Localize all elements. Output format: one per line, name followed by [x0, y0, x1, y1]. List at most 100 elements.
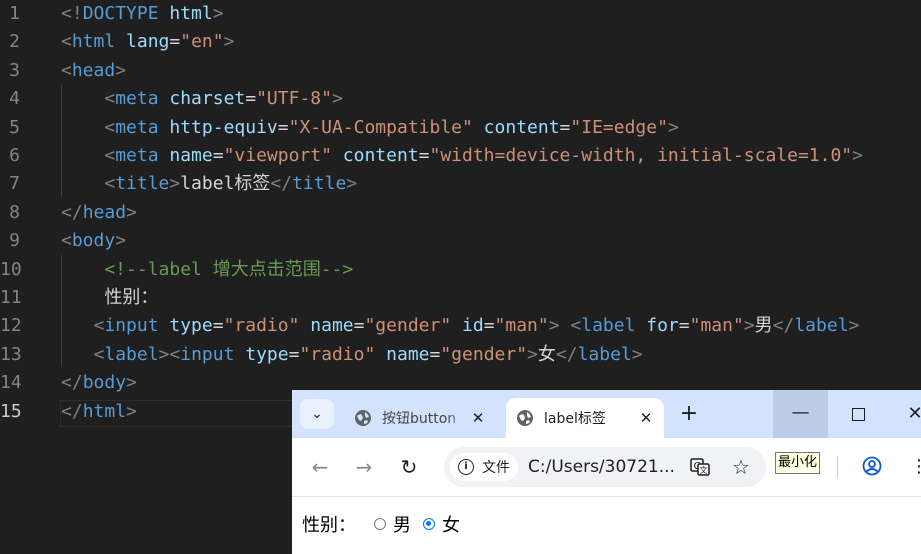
line-number: 4: [9, 88, 20, 110]
address-bar[interactable]: i 文件 C:/Users/30721... G 文 ☆: [444, 447, 766, 487]
code-token: =: [429, 343, 441, 365]
code-token: =: [169, 31, 181, 53]
code-line[interactable]: 12 <input type="radio" name="gender" id=…: [0, 312, 921, 340]
radio-male-label[interactable]: 男: [393, 511, 411, 537]
code-token: </: [61, 201, 83, 223]
radio-male[interactable]: [374, 518, 386, 530]
code-line[interactable]: 5 <meta http-equiv="X-UA-Compatible" con…: [0, 114, 921, 142]
code-token: >: [331, 88, 343, 110]
tab-close-icon[interactable]: ✕: [468, 409, 488, 427]
minimize-tooltip: 最小化: [775, 452, 821, 474]
code-token: label: [581, 315, 636, 337]
code-token: "radio": [223, 315, 300, 337]
code-token: <: [61, 31, 72, 53]
url-text[interactable]: C:/Users/30721...: [528, 447, 675, 487]
code-line[interactable]: 7 <title>label标签</title>: [0, 170, 921, 198]
line-number: 7: [9, 173, 20, 195]
reload-button[interactable]: ↻: [397, 455, 421, 479]
browser-window[interactable]: ⌄ 按钮button ✕ label标签 ✕ + — ✕ ← → ↻ i 文件 …: [292, 390, 921, 554]
code-token: "man": [494, 315, 549, 337]
code-token: content: [331, 145, 419, 166]
code-token: "width=device-width, initial-scale=1.0": [429, 145, 853, 166]
code-token: meta: [115, 145, 159, 166]
code-token: <: [61, 173, 116, 195]
code-token: </: [61, 372, 83, 394]
code-token: head: [82, 201, 127, 223]
code-token: =: [212, 145, 224, 166]
minimize-button[interactable]: —: [773, 390, 828, 438]
code-token: html: [71, 31, 116, 53]
line-number: 3: [9, 59, 20, 81]
radio-female[interactable]: [423, 518, 435, 530]
code-line[interactable]: 6 <meta name="viewport" content="width=d…: [0, 142, 921, 170]
gender-form: 性别： 男 女: [302, 511, 460, 537]
code-token: =: [559, 116, 571, 138]
code-token: > <: [548, 315, 582, 337]
radio-female-label[interactable]: 女: [442, 511, 460, 537]
code-line[interactable]: 9 <body>: [0, 227, 921, 255]
code-token: <: [61, 315, 105, 337]
code-token: >: [115, 59, 127, 81]
maximize-button[interactable]: [838, 390, 878, 438]
new-tab-button[interactable]: +: [674, 402, 704, 428]
code-token: >: [212, 3, 224, 24]
code-token: <: [61, 145, 116, 166]
site-chip-label: 文件: [482, 460, 510, 476]
bookmark-star-icon[interactable]: ☆: [732, 453, 750, 481]
forward-button[interactable]: →: [352, 455, 376, 479]
code-token: type: [234, 343, 289, 365]
code-token: "gender": [364, 315, 452, 337]
code-token: >: [223, 31, 235, 53]
globe-icon: [517, 410, 533, 426]
code-token: title: [292, 173, 347, 195]
more-menu-icon[interactable]: ⋮: [910, 456, 921, 478]
code-token: =: [353, 315, 365, 337]
code-token: 性别：: [61, 287, 159, 308]
code-text: <!--label 增大点击范围-->: [61, 256, 353, 284]
code-token: >: [631, 343, 643, 365]
code-text: <meta name="viewport" content="width=dev…: [61, 142, 863, 170]
site-info-chip[interactable]: i 文件: [450, 453, 518, 481]
code-token: "viewport": [223, 145, 332, 166]
code-token: "gender": [440, 343, 528, 365]
code-token: 男: [754, 315, 773, 337]
line-number: 6: [9, 145, 20, 166]
tab-search-button[interactable]: ⌄: [300, 399, 334, 429]
maximize-icon: [851, 408, 865, 421]
gender-label: 性别：: [302, 515, 356, 536]
code-token: body: [82, 372, 127, 394]
code-line[interactable]: 13 <label><input type="radio" name="gend…: [0, 341, 921, 369]
tab-close-icon[interactable]: ✕: [636, 409, 656, 427]
info-icon: i: [458, 459, 474, 475]
code-token: </: [61, 400, 83, 422]
code-line[interactable]: 11 性别：: [0, 284, 921, 312]
line-number: 11: [0, 287, 22, 308]
window-close-button[interactable]: ✕: [900, 390, 921, 438]
code-token: >: [852, 145, 863, 166]
translate-icon[interactable]: G 文: [690, 457, 710, 477]
code-line[interactable]: 3 <head>: [0, 57, 921, 85]
code-token: <: [61, 59, 72, 81]
code-token: >: [126, 372, 137, 394]
profile-icon[interactable]: [862, 456, 882, 476]
code-token: >: [848, 315, 860, 337]
tab-label[interactable]: label标签 ✕: [506, 398, 664, 438]
code-line[interactable]: 2 <html lang="en">: [0, 28, 921, 56]
code-text: 性别：: [61, 284, 158, 312]
code-token: meta: [115, 88, 159, 110]
code-line[interactable]: 8 </head>: [0, 199, 921, 227]
code-line[interactable]: 1 <!DOCTYPE html>: [0, 0, 921, 28]
page-content: 性别： 男 女: [292, 497, 921, 554]
line-number: 15: [0, 400, 22, 422]
toolbar-divider: [837, 456, 838, 478]
code-token: </: [270, 173, 293, 195]
code-token: =: [277, 116, 289, 138]
back-button[interactable]: ←: [308, 455, 332, 479]
code-line[interactable]: 4 <meta charset="UTF-8">: [0, 85, 921, 113]
chevron-down-icon: ⌄: [311, 406, 323, 422]
tab-button[interactable]: 按钮button ✕: [344, 398, 496, 438]
tab-strip: ⌄ 按钮button ✕ label标签 ✕ + — ✕: [292, 390, 921, 438]
code-token: DOCTYPE: [82, 3, 159, 24]
code-line[interactable]: 10 <!--label 增大点击范围-->: [0, 256, 921, 284]
line-number: 5: [9, 116, 20, 138]
